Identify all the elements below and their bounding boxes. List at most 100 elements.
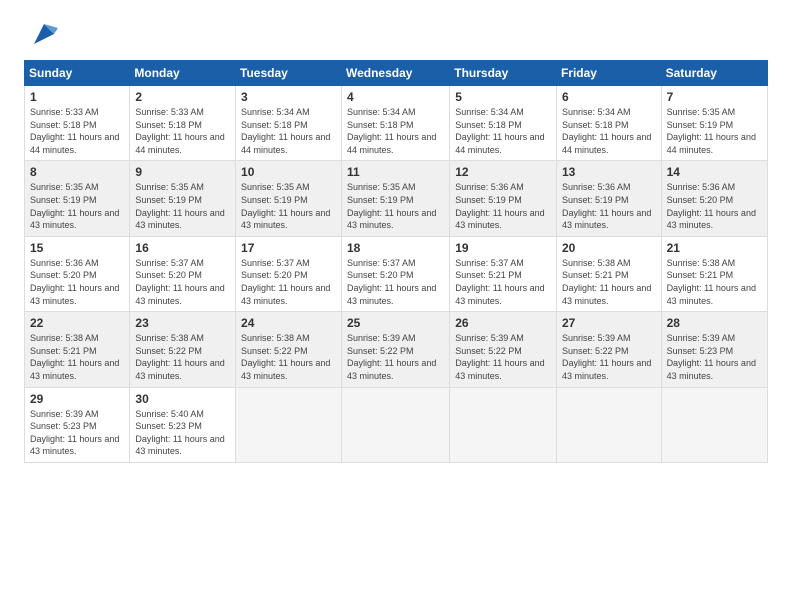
daylight-label: Daylight: 11 hours and 43 minutes. <box>30 208 119 231</box>
day-info: Sunrise: 5:38 AM Sunset: 5:22 PM Dayligh… <box>135 332 230 382</box>
sunset-label: Sunset: 5:21 PM <box>455 270 522 280</box>
sunrise-label: Sunrise: 5:35 AM <box>135 182 204 192</box>
calendar-cell: 24 Sunrise: 5:38 AM Sunset: 5:22 PM Dayl… <box>236 312 342 387</box>
sunrise-label: Sunrise: 5:39 AM <box>347 333 416 343</box>
logo-icon <box>30 20 58 48</box>
day-number: 14 <box>667 165 762 179</box>
daylight-label: Daylight: 11 hours and 43 minutes. <box>241 358 330 381</box>
day-info: Sunrise: 5:34 AM Sunset: 5:18 PM Dayligh… <box>562 106 656 156</box>
sunset-label: Sunset: 5:22 PM <box>135 346 202 356</box>
sunrise-label: Sunrise: 5:37 AM <box>455 258 524 268</box>
header-monday: Monday <box>130 61 236 86</box>
sunset-label: Sunset: 5:20 PM <box>667 195 734 205</box>
day-info: Sunrise: 5:37 AM Sunset: 5:20 PM Dayligh… <box>135 257 230 307</box>
sunset-label: Sunset: 5:18 PM <box>455 120 522 130</box>
calendar-cell: 15 Sunrise: 5:36 AM Sunset: 5:20 PM Dayl… <box>25 236 130 311</box>
day-info: Sunrise: 5:35 AM Sunset: 5:19 PM Dayligh… <box>135 181 230 231</box>
daylight-label: Daylight: 11 hours and 44 minutes. <box>562 132 651 155</box>
daylight-label: Daylight: 11 hours and 43 minutes. <box>30 358 119 381</box>
sunset-label: Sunset: 5:20 PM <box>135 270 202 280</box>
calendar-table: Sunday Monday Tuesday Wednesday Thursday… <box>24 60 768 463</box>
calendar-cell: 11 Sunrise: 5:35 AM Sunset: 5:19 PM Dayl… <box>341 161 449 236</box>
sunrise-label: Sunrise: 5:34 AM <box>241 107 310 117</box>
calendar-cell: 14 Sunrise: 5:36 AM Sunset: 5:20 PM Dayl… <box>661 161 767 236</box>
sunset-label: Sunset: 5:19 PM <box>241 195 308 205</box>
sunset-label: Sunset: 5:21 PM <box>30 346 97 356</box>
calendar-cell: 5 Sunrise: 5:34 AM Sunset: 5:18 PM Dayli… <box>450 86 557 161</box>
sunset-label: Sunset: 5:18 PM <box>562 120 629 130</box>
sunset-label: Sunset: 5:21 PM <box>667 270 734 280</box>
sunset-label: Sunset: 5:22 PM <box>347 346 414 356</box>
daylight-label: Daylight: 11 hours and 43 minutes. <box>241 208 330 231</box>
sunrise-label: Sunrise: 5:37 AM <box>241 258 310 268</box>
daylight-label: Daylight: 11 hours and 44 minutes. <box>455 132 544 155</box>
daylight-label: Daylight: 11 hours and 43 minutes. <box>30 434 119 457</box>
day-info: Sunrise: 5:39 AM Sunset: 5:22 PM Dayligh… <box>455 332 551 382</box>
sunrise-label: Sunrise: 5:38 AM <box>135 333 204 343</box>
sunrise-label: Sunrise: 5:39 AM <box>562 333 631 343</box>
daylight-label: Daylight: 11 hours and 43 minutes. <box>667 358 756 381</box>
day-number: 2 <box>135 90 230 104</box>
daylight-label: Daylight: 11 hours and 43 minutes. <box>562 208 651 231</box>
calendar-week-row: 15 Sunrise: 5:36 AM Sunset: 5:20 PM Dayl… <box>25 236 768 311</box>
calendar-cell: 23 Sunrise: 5:38 AM Sunset: 5:22 PM Dayl… <box>130 312 236 387</box>
sunset-label: Sunset: 5:19 PM <box>455 195 522 205</box>
day-number: 7 <box>667 90 762 104</box>
day-number: 28 <box>667 316 762 330</box>
sunrise-label: Sunrise: 5:35 AM <box>30 182 99 192</box>
calendar-cell: 16 Sunrise: 5:37 AM Sunset: 5:20 PM Dayl… <box>130 236 236 311</box>
day-info: Sunrise: 5:39 AM Sunset: 5:23 PM Dayligh… <box>30 408 124 458</box>
calendar-cell: 26 Sunrise: 5:39 AM Sunset: 5:22 PM Dayl… <box>450 312 557 387</box>
day-number: 9 <box>135 165 230 179</box>
header-sunday: Sunday <box>25 61 130 86</box>
daylight-label: Daylight: 11 hours and 43 minutes. <box>455 358 544 381</box>
day-info: Sunrise: 5:37 AM Sunset: 5:20 PM Dayligh… <box>347 257 444 307</box>
header <box>24 20 768 48</box>
day-info: Sunrise: 5:36 AM Sunset: 5:19 PM Dayligh… <box>455 181 551 231</box>
daylight-label: Daylight: 11 hours and 43 minutes. <box>667 208 756 231</box>
sunrise-label: Sunrise: 5:39 AM <box>30 409 99 419</box>
calendar-cell: 3 Sunrise: 5:34 AM Sunset: 5:18 PM Dayli… <box>236 86 342 161</box>
calendar-cell: 13 Sunrise: 5:36 AM Sunset: 5:19 PM Dayl… <box>556 161 661 236</box>
sunrise-label: Sunrise: 5:36 AM <box>455 182 524 192</box>
sunset-label: Sunset: 5:20 PM <box>30 270 97 280</box>
day-number: 5 <box>455 90 551 104</box>
calendar-cell: 2 Sunrise: 5:33 AM Sunset: 5:18 PM Dayli… <box>130 86 236 161</box>
sunset-label: Sunset: 5:22 PM <box>455 346 522 356</box>
sunrise-label: Sunrise: 5:40 AM <box>135 409 204 419</box>
sunrise-label: Sunrise: 5:38 AM <box>667 258 736 268</box>
calendar-cell: 8 Sunrise: 5:35 AM Sunset: 5:19 PM Dayli… <box>25 161 130 236</box>
day-number: 13 <box>562 165 656 179</box>
day-number: 29 <box>30 392 124 406</box>
calendar-week-row: 29 Sunrise: 5:39 AM Sunset: 5:23 PM Dayl… <box>25 387 768 462</box>
calendar-week-row: 8 Sunrise: 5:35 AM Sunset: 5:19 PM Dayli… <box>25 161 768 236</box>
sunset-label: Sunset: 5:22 PM <box>562 346 629 356</box>
day-number: 16 <box>135 241 230 255</box>
sunrise-label: Sunrise: 5:39 AM <box>455 333 524 343</box>
day-info: Sunrise: 5:38 AM Sunset: 5:21 PM Dayligh… <box>667 257 762 307</box>
day-number: 23 <box>135 316 230 330</box>
sunset-label: Sunset: 5:18 PM <box>135 120 202 130</box>
sunrise-label: Sunrise: 5:38 AM <box>30 333 99 343</box>
sunrise-label: Sunrise: 5:33 AM <box>30 107 99 117</box>
calendar-cell: 20 Sunrise: 5:38 AM Sunset: 5:21 PM Dayl… <box>556 236 661 311</box>
sunset-label: Sunset: 5:18 PM <box>347 120 414 130</box>
sunrise-label: Sunrise: 5:39 AM <box>667 333 736 343</box>
sunset-label: Sunset: 5:22 PM <box>241 346 308 356</box>
calendar-cell: 6 Sunrise: 5:34 AM Sunset: 5:18 PM Dayli… <box>556 86 661 161</box>
sunrise-label: Sunrise: 5:37 AM <box>347 258 416 268</box>
header-friday: Friday <box>556 61 661 86</box>
day-info: Sunrise: 5:39 AM Sunset: 5:22 PM Dayligh… <box>347 332 444 382</box>
day-number: 24 <box>241 316 336 330</box>
day-info: Sunrise: 5:34 AM Sunset: 5:18 PM Dayligh… <box>241 106 336 156</box>
daylight-label: Daylight: 11 hours and 44 minutes. <box>241 132 330 155</box>
day-info: Sunrise: 5:39 AM Sunset: 5:22 PM Dayligh… <box>562 332 656 382</box>
page: Sunday Monday Tuesday Wednesday Thursday… <box>0 0 792 612</box>
day-number: 21 <box>667 241 762 255</box>
day-number: 27 <box>562 316 656 330</box>
calendar-cell: 17 Sunrise: 5:37 AM Sunset: 5:20 PM Dayl… <box>236 236 342 311</box>
day-number: 17 <box>241 241 336 255</box>
day-info: Sunrise: 5:33 AM Sunset: 5:18 PM Dayligh… <box>30 106 124 156</box>
sunrise-label: Sunrise: 5:36 AM <box>30 258 99 268</box>
header-saturday: Saturday <box>661 61 767 86</box>
